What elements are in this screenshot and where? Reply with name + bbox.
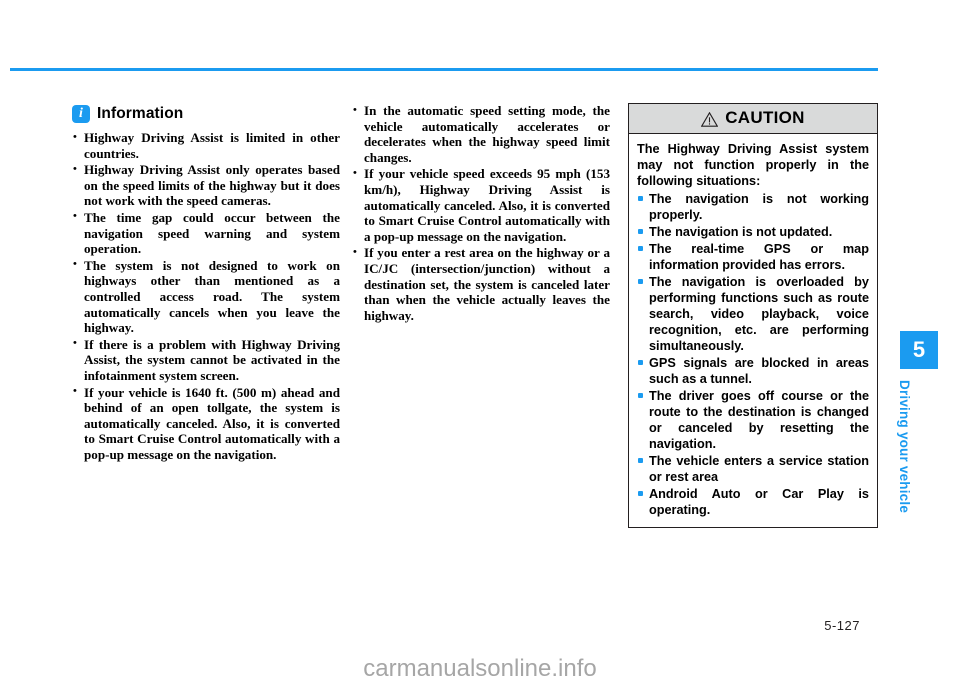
watermark: carmanualsonline.info (363, 655, 597, 682)
column-left: i Information Highway Driving Assist is … (72, 103, 340, 463)
column-middle: In the automatic speed setting mode, the… (352, 102, 610, 324)
list-item: Android Auto or Car Play is operating. (637, 486, 869, 518)
list-item: The time gap could occur between the nav… (72, 209, 340, 257)
column-right: CAUTION The Highway Driving Assist syste… (628, 103, 878, 528)
caution-title: CAUTION (725, 108, 805, 127)
information-list-continued: In the automatic speed setting mode, the… (352, 102, 610, 323)
page-number: 5-127 (824, 618, 860, 633)
list-item: The navigation is not working properly. (637, 191, 869, 223)
header-rule (10, 68, 878, 71)
list-item: The navigation is not updated. (637, 224, 869, 240)
caution-box: CAUTION The Highway Driving Assist syste… (628, 103, 878, 528)
list-item: Highway Driving Assist only operates bas… (72, 162, 340, 209)
list-item: The real-time GPS or map information pro… (637, 241, 869, 273)
page-content: i Information Highway Driving Assist is … (0, 102, 960, 613)
information-list: Highway Driving Assist is limited in oth… (72, 129, 340, 463)
chapter-number-tab: 5 (900, 331, 938, 369)
list-item: If there is a problem with Highway Drivi… (72, 336, 340, 384)
chapter-label: Driving your vehicle (897, 380, 912, 514)
info-icon: i (72, 105, 90, 123)
caution-list: The navigation is not working properly. … (637, 191, 869, 518)
list-item: Highway Driving Assist is limited in oth… (72, 129, 340, 161)
caution-intro: The Highway Driving Assist system may no… (637, 142, 869, 188)
warning-triangle-icon (700, 111, 719, 127)
list-item: The vehicle enters a service station or … (637, 453, 869, 485)
caution-header: CAUTION (629, 104, 877, 134)
list-item: The navigation is overloaded by performi… (637, 274, 869, 354)
information-title: Information (97, 105, 184, 122)
list-item: If your vehicle is 1640 ft. (500 m) ahea… (72, 384, 340, 463)
list-item: The driver goes off course or the route … (637, 388, 869, 452)
list-item: If your vehicle speed exceeds 95 mph (15… (352, 166, 610, 244)
list-item: If you enter a rest area on the highway … (352, 245, 610, 323)
caution-body: The Highway Driving Assist system may no… (629, 134, 877, 527)
list-item: GPS signals are blocked in areas such as… (637, 355, 869, 387)
list-item: The system is not designed to work on hi… (72, 257, 340, 336)
information-heading: i Information (72, 103, 340, 125)
list-item: In the automatic speed setting mode, the… (352, 102, 610, 165)
